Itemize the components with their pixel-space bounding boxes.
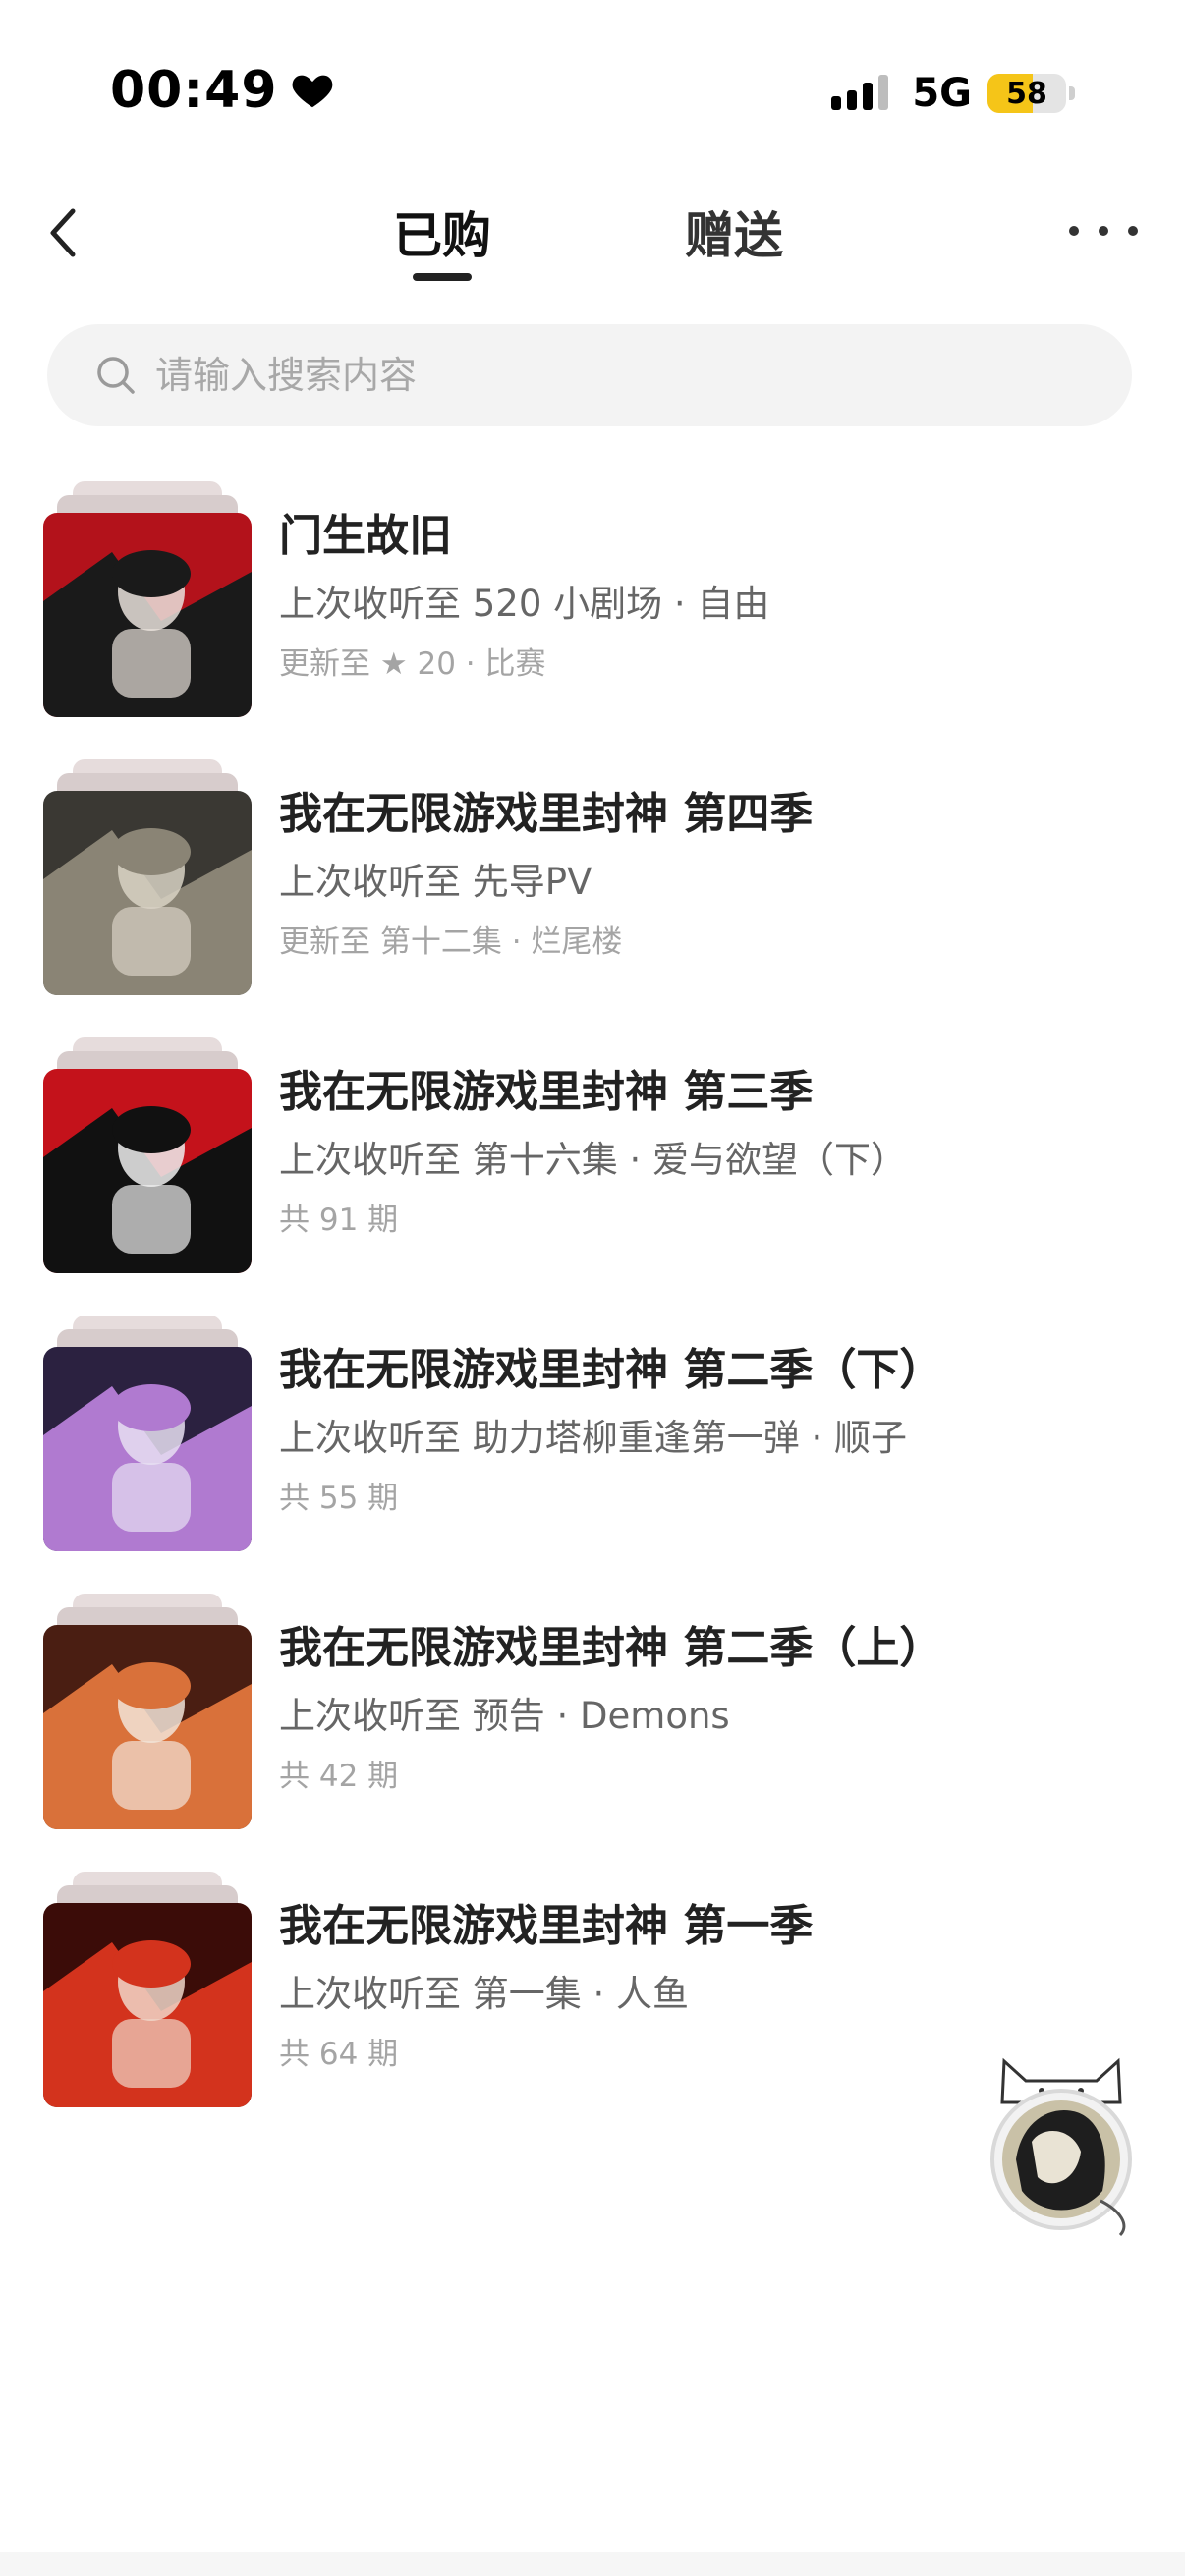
item-title: 我在无限游戏里封神 第四季 [279, 789, 814, 839]
item-meta: 更新至 第十二集 · 烂尾楼 [279, 924, 623, 960]
cover-stack [43, 1037, 252, 1273]
cover-stack [43, 481, 252, 717]
purchased-list: 门生故旧 上次收听至 520 小剧场 · 自由 更新至 ★ 20 · 比赛 我在… [0, 474, 1185, 2142]
signal-icon [831, 75, 889, 110]
item-text: 我在无限游戏里封神 第二季（下） 上次收听至 助力塔柳重逢第一弹 · 顺子 共 … [279, 1343, 1144, 1518]
item-title: 我在无限游戏里封神 第一季 [279, 1901, 814, 1951]
album-cover[interactable] [43, 1903, 252, 2107]
list-item[interactable]: 我在无限游戏里封神 第三季 上次收听至 第十六集 · 爱与欲望（下） 共 91 … [0, 1030, 1185, 1308]
list-item[interactable]: 我在无限游戏里封神 第四季 上次收听至 先导PV 更新至 第十二集 · 烂尾楼 [0, 752, 1185, 1030]
back-button[interactable] [37, 200, 86, 265]
status-indicators: 5G 58 [831, 71, 1075, 116]
list-item[interactable]: 我在无限游戏里封神 第二季（上） 上次收听至 预告 · Demons 共 42 … [0, 1586, 1185, 1864]
cover-stack [43, 1872, 252, 2107]
more-dot [1099, 226, 1108, 236]
cover-image [43, 1069, 252, 1273]
more-dot [1128, 226, 1138, 236]
tab-active-indicator [413, 273, 472, 281]
more-dot [1069, 226, 1079, 236]
item-progress: 上次收听至 520 小剧场 · 自由 [279, 583, 770, 625]
item-progress: 上次收听至 先导PV [279, 861, 592, 903]
item-text: 门生故旧 上次收听至 520 小剧场 · 自由 更新至 ★ 20 · 比赛 [279, 509, 1144, 684]
top-nav: 已购 赠送 [0, 187, 1185, 295]
item-progress: 上次收听至 助力塔柳重逢第一弹 · 顺子 [279, 1417, 908, 1459]
mascot-avatar-icon [990, 2057, 1132, 2237]
search-bar[interactable] [47, 324, 1132, 426]
battery-label: 58 [1006, 76, 1047, 111]
item-text: 我在无限游戏里封神 第三季 上次收听至 第十六集 · 爱与欲望（下） 共 91 … [279, 1065, 1144, 1240]
list-item[interactable]: 门生故旧 上次收听至 520 小剧场 · 自由 更新至 ★ 20 · 比赛 [0, 474, 1185, 752]
cover-image [43, 513, 252, 717]
cover-image [43, 791, 252, 995]
cover-image [43, 1625, 252, 1829]
battery-tip [1069, 86, 1075, 100]
battery-icon: 58 [988, 74, 1066, 113]
item-title: 我在无限游戏里封神 第二季（下） [279, 1345, 943, 1395]
cover-stack [43, 1316, 252, 1551]
item-progress: 上次收听至 预告 · Demons [279, 1695, 730, 1737]
item-meta: 共 42 期 [279, 1759, 399, 1794]
item-text: 我在无限游戏里封神 第二季（上） 上次收听至 预告 · Demons 共 42 … [279, 1621, 1144, 1796]
chevron-left-icon [50, 208, 76, 257]
item-title: 门生故旧 [279, 511, 452, 561]
album-cover[interactable] [43, 1625, 252, 1829]
album-cover[interactable] [43, 513, 252, 717]
tab-gift[interactable]: 赠送 [685, 196, 783, 267]
list-item[interactable]: 我在无限游戏里封神 第二季（下） 上次收听至 助力塔柳重逢第一弹 · 顺子 共 … [0, 1308, 1185, 1586]
album-cover[interactable] [43, 791, 252, 995]
heart-icon [292, 75, 332, 108]
item-title: 我在无限游戏里封神 第三季 [279, 1067, 814, 1117]
item-meta: 更新至 ★ 20 · 比赛 [279, 646, 546, 682]
cover-image [43, 1347, 252, 1551]
bottom-edge [0, 2552, 1185, 2576]
item-progress: 上次收听至 第一集 · 人鱼 [279, 1973, 690, 2015]
search-icon [97, 357, 135, 394]
floating-player-button[interactable] [983, 2044, 1140, 2240]
tab-purchased[interactable]: 已购 [393, 196, 491, 267]
status-bar: 00:49 5G 58 [0, 0, 1185, 187]
cover-image [43, 1903, 252, 2107]
status-time: 00:49 [110, 61, 335, 120]
item-text: 我在无限游戏里封神 第四季 上次收听至 先导PV 更新至 第十二集 · 烂尾楼 [279, 787, 1144, 962]
more-button[interactable] [1069, 216, 1138, 246]
search-input[interactable] [153, 353, 1042, 398]
item-progress: 上次收听至 第十六集 · 爱与欲望（下） [279, 1139, 908, 1181]
cover-stack [43, 1594, 252, 1829]
item-meta: 共 91 期 [279, 1203, 399, 1238]
album-cover[interactable] [43, 1069, 252, 1273]
time-label: 00:49 [110, 61, 278, 120]
album-cover[interactable] [43, 1347, 252, 1551]
cover-stack [43, 759, 252, 995]
network-label: 5G [912, 71, 972, 116]
item-meta: 共 55 期 [279, 1481, 399, 1516]
item-title: 我在无限游戏里封神 第二季（上） [279, 1623, 943, 1673]
